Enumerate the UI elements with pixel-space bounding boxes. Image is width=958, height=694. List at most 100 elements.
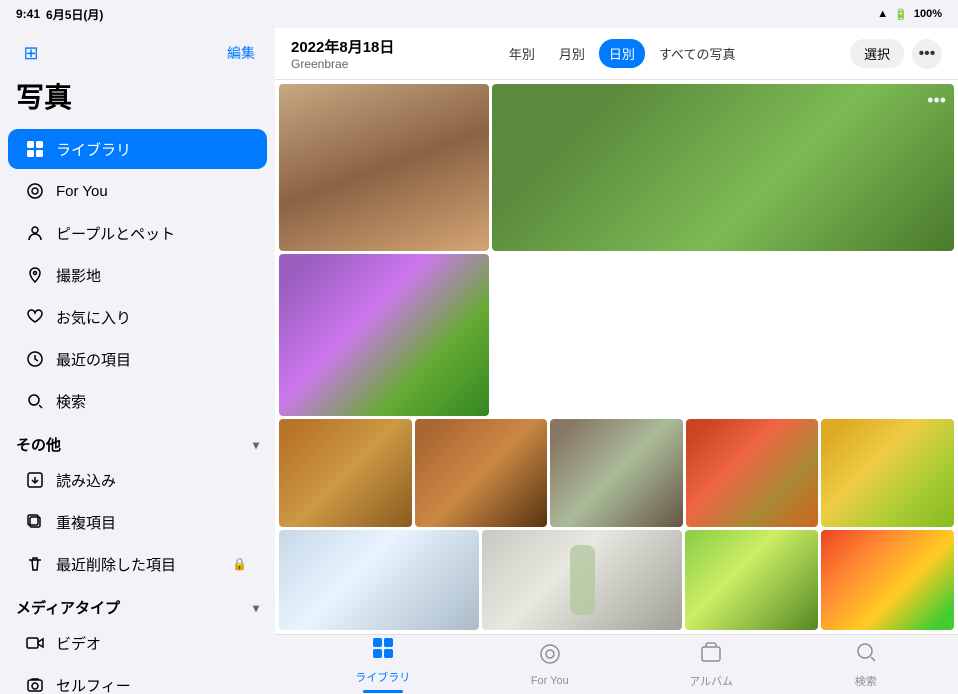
tab-albums-label: アルバム — [689, 673, 733, 689]
photo-cell[interactable] — [821, 530, 954, 630]
tab-active-indicator — [363, 690, 403, 693]
sidebar-toggle-icon: ⊞ — [23, 43, 38, 64]
sidebar-item-import[interactable]: 読み込み — [8, 460, 267, 500]
chevron-down-icon: ▾ — [253, 438, 259, 452]
more-dots-icon: ••• — [919, 45, 936, 63]
tab-search-icon — [854, 640, 878, 670]
sidebar-item-library-label: ライブラリ — [56, 139, 131, 160]
content-location: Greenbrae — [291, 57, 394, 71]
sidebar-item-duplicates-label: 重複項目 — [56, 512, 116, 533]
sidebar-item-video[interactable]: ビデオ — [8, 623, 267, 663]
content-header: 2022年8月18日 Greenbrae 年別 月別 日別 すべての写真 選択 … — [275, 28, 958, 80]
photo-cell[interactable] — [415, 419, 548, 527]
sidebar-item-for-you-label: For You — [56, 183, 108, 200]
section-other-label: その他 — [16, 434, 61, 455]
photo-row-3 — [279, 419, 954, 527]
sidebar-item-search-label: 検索 — [56, 391, 86, 412]
edit-button[interactable]: 編集 — [223, 39, 259, 67]
status-bar: 9:41 6月5日(月) ▲ 🔋 100% — [0, 0, 958, 28]
for-you-icon — [24, 180, 46, 202]
photo-cell[interactable] — [482, 530, 682, 630]
photo-cell[interactable] — [686, 419, 819, 527]
sidebar-item-selfie-label: セルフィー — [56, 675, 131, 694]
import-icon — [24, 469, 46, 491]
sidebar-item-video-label: ビデオ — [56, 633, 101, 654]
tab-albums[interactable]: アルバム — [669, 636, 753, 693]
wifi-icon: ▲ — [877, 8, 888, 20]
sidebar: ⊞ 編集 写真 ライブラリ — [0, 28, 275, 694]
select-button[interactable]: 選択 — [850, 39, 904, 68]
favorites-icon — [24, 306, 46, 328]
duplicates-icon — [24, 511, 46, 533]
photo-dots-icon: ••• — [927, 90, 946, 111]
section-header-media-type[interactable]: メディアタイプ ▾ — [0, 585, 275, 622]
sidebar-item-recently-deleted[interactable]: 最近削除した項目 🔒 — [8, 544, 267, 584]
tab-albums-icon — [699, 640, 723, 670]
main-container: ⊞ 編集 写真 ライブラリ — [0, 28, 958, 694]
tab-for-you-icon — [538, 642, 562, 672]
sidebar-item-favorites[interactable]: お気に入り — [8, 297, 267, 337]
view-options: 年別 月別 日別 すべての写真 — [499, 39, 746, 68]
photo-cell[interactable] — [685, 530, 818, 630]
photo-cell[interactable] — [550, 419, 683, 527]
chevron-down-icon-2: ▾ — [253, 601, 259, 615]
sidebar-item-search[interactable]: 検索 — [8, 381, 267, 421]
content-area: 2022年8月18日 Greenbrae 年別 月別 日別 すべての写真 選択 … — [275, 28, 958, 694]
sidebar-item-favorites-label: お気に入り — [56, 307, 131, 328]
sidebar-item-places[interactable]: 撮影地 — [8, 255, 267, 295]
photo-grid: ••• — [275, 80, 958, 634]
tab-library-label: ライブラリ — [355, 669, 410, 685]
photo-cell[interactable] — [279, 419, 412, 527]
selfie-icon — [24, 674, 46, 694]
status-bar-left: 9:41 6月5日(月) — [16, 6, 103, 23]
photo-row-1: ••• — [279, 84, 954, 251]
sidebar-item-people-label: ピープルとペット — [56, 223, 175, 244]
header-actions: 選択 ••• — [850, 39, 942, 69]
sidebar-item-for-you[interactable]: For You — [8, 171, 267, 211]
photo-cell[interactable] — [821, 419, 954, 527]
sidebar-toggle-button[interactable]: ⊞ — [16, 38, 46, 68]
status-date: 6月5日(月) — [46, 6, 103, 23]
content-header-info: 2022年8月18日 Greenbrae — [291, 36, 394, 71]
sidebar-title: 写真 — [0, 72, 275, 128]
battery-icon: 🔋 — [894, 8, 908, 21]
section-header-other[interactable]: その他 ▾ — [0, 422, 275, 459]
sidebar-item-places-label: 撮影地 — [56, 265, 101, 286]
view-all-button[interactable]: すべての写真 — [649, 39, 746, 68]
view-year-button[interactable]: 年別 — [499, 39, 545, 68]
sidebar-item-recent[interactable]: 最近の項目 — [8, 339, 267, 379]
places-icon — [24, 264, 46, 286]
view-day-button[interactable]: 日別 — [599, 39, 645, 68]
photo-cell[interactable] — [279, 530, 479, 630]
photo-row-2 — [279, 254, 954, 416]
recent-icon — [24, 348, 46, 370]
tab-for-you-label: For You — [531, 675, 569, 687]
trash-icon — [24, 553, 46, 575]
tab-search-label: 検索 — [855, 673, 877, 689]
photo-row-4 — [279, 530, 954, 630]
section-media-type-label: メディアタイプ — [16, 597, 120, 618]
status-bar-right: ▲ 🔋 100% — [877, 8, 942, 21]
tab-search[interactable]: 検索 — [834, 636, 898, 693]
sidebar-item-import-label: 読み込み — [56, 470, 116, 491]
library-icon — [24, 138, 46, 160]
photo-cell[interactable] — [279, 254, 489, 416]
sidebar-header: ⊞ 編集 — [0, 28, 275, 72]
photo-cell[interactable]: ••• — [492, 84, 954, 251]
more-button[interactable]: ••• — [912, 39, 942, 69]
photo-cell[interactable] — [279, 84, 489, 251]
people-icon — [24, 222, 46, 244]
status-time: 9:41 — [16, 7, 40, 21]
sidebar-item-recently-deleted-label: 最近削除した項目 — [56, 554, 176, 575]
battery-percent: 100% — [914, 8, 942, 20]
sidebar-item-library[interactable]: ライブラリ — [8, 129, 267, 169]
tab-library-icon — [371, 636, 395, 666]
tab-for-you[interactable]: For You — [511, 638, 589, 691]
sidebar-item-people-pets[interactable]: ピープルとペット — [8, 213, 267, 253]
sidebar-item-selfie[interactable]: セルフィー — [8, 665, 267, 694]
tab-library[interactable]: ライブラリ — [335, 632, 430, 694]
view-month-button[interactable]: 月別 — [549, 39, 595, 68]
content-date: 2022年8月18日 — [291, 36, 394, 57]
sidebar-item-duplicates[interactable]: 重複項目 — [8, 502, 267, 542]
sidebar-item-recent-label: 最近の項目 — [56, 349, 131, 370]
